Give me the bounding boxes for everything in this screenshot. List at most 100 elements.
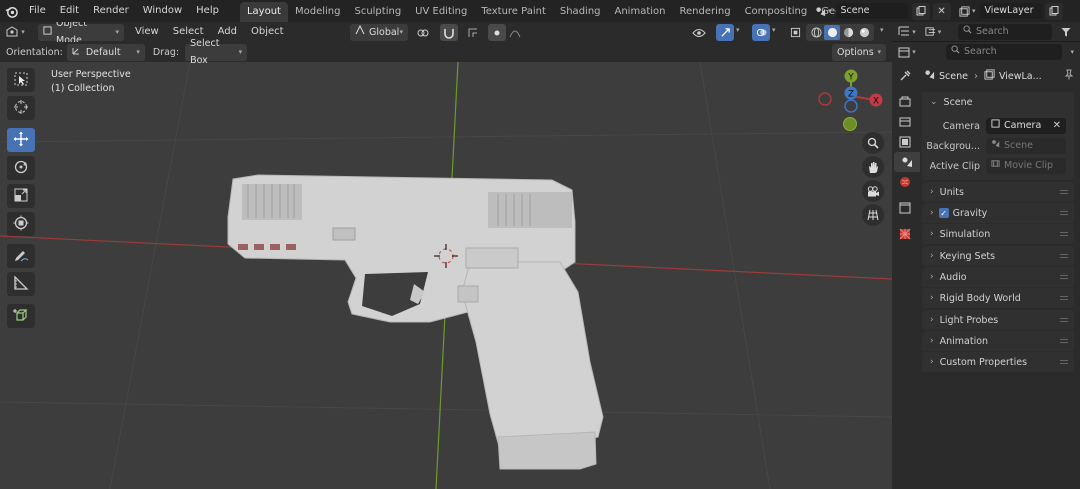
tab-shading[interactable]: Shading <box>553 2 608 22</box>
rendered-shading-icon[interactable] <box>856 27 872 38</box>
outliner-editor-type-icon[interactable]: ▾ <box>892 26 922 37</box>
options-dropdown[interactable]: Options ▾ <box>832 44 886 61</box>
scene-panel-header[interactable]: ⌄ Scene <box>922 92 1074 112</box>
output-properties-icon[interactable] <box>894 112 916 132</box>
chevron-down-icon[interactable]: ▾ <box>772 26 776 34</box>
menu-view[interactable]: View <box>128 22 166 43</box>
world-properties-icon[interactable] <box>894 172 916 192</box>
scene-name-field[interactable]: Scene <box>835 3 908 19</box>
menu-render[interactable]: Render <box>86 0 136 22</box>
view-layer-field[interactable]: ViewLayer <box>979 3 1042 19</box>
tab-animation[interactable]: Animation <box>608 2 673 22</box>
pan-hand-icon[interactable] <box>862 156 884 178</box>
panel-simulation[interactable]: › Simulation <box>922 224 1074 244</box>
proportional-editing-icon[interactable] <box>488 24 506 41</box>
gravity-checkbox[interactable]: ✓ <box>938 208 949 218</box>
gizmo-toggle-icon[interactable] <box>716 24 734 41</box>
3d-viewport[interactable]: ▾ Object Mode ▾ View Select Add Object G… <box>0 22 892 489</box>
drag-handle-icon[interactable] <box>1060 296 1068 300</box>
select-box-tool[interactable] <box>7 68 35 92</box>
outliner-search-input[interactable]: Search <box>958 23 1052 40</box>
panel-custom-properties[interactable]: › Custom Properties <box>922 352 1074 372</box>
panel-units[interactable]: › Units <box>922 182 1074 202</box>
drag-handle-icon[interactable] <box>1060 254 1068 258</box>
camera-field[interactable]: Camera ✕ <box>986 118 1066 134</box>
camera-view-icon[interactable] <box>862 180 884 202</box>
chevron-down-icon[interactable]: ▾ <box>1070 48 1074 56</box>
transform-tool[interactable] <box>7 212 35 236</box>
tab-layout[interactable]: Layout <box>239 2 288 22</box>
snap-icon[interactable] <box>440 24 458 41</box>
orthographic-grid-icon[interactable] <box>862 204 884 226</box>
overlays-toggle-icon[interactable] <box>752 24 770 41</box>
rotate-tool[interactable] <box>7 156 35 180</box>
delete-scene-icon[interactable]: ✕ <box>932 2 951 20</box>
new-view-layer-icon[interactable] <box>1044 2 1063 20</box>
move-tool[interactable] <box>7 128 35 152</box>
view-layer-selector[interactable]: ▾ ViewLayer <box>956 2 1063 20</box>
tab-uv-editing[interactable]: UV Editing <box>408 2 474 22</box>
panel-animation[interactable]: › Animation <box>922 331 1074 351</box>
properties-editor-type-icon[interactable]: ▾ <box>892 47 922 58</box>
tab-texture-paint[interactable]: Texture Paint <box>474 2 553 22</box>
panel-keying-sets[interactable]: › Keying Sets <box>922 246 1074 266</box>
panel-light-probes[interactable]: › Light Probes <box>922 310 1074 330</box>
tab-modeling[interactable]: Modeling <box>288 2 348 22</box>
zoom-icon[interactable] <box>862 132 884 154</box>
menu-object[interactable]: Object <box>244 22 291 43</box>
drag-handle-icon[interactable] <box>1060 339 1068 343</box>
visibility-eye-icon[interactable] <box>690 24 708 41</box>
scene-properties-icon[interactable] <box>894 152 920 172</box>
new-scene-icon[interactable] <box>911 2 930 20</box>
funnel-icon[interactable] <box>1058 27 1074 37</box>
xray-toggle-icon[interactable] <box>786 24 804 41</box>
drag-handle-icon[interactable] <box>1060 318 1068 322</box>
menu-file[interactable]: File <box>22 0 53 22</box>
render-properties-icon[interactable] <box>894 92 916 112</box>
clear-icon[interactable]: ✕ <box>1053 118 1061 134</box>
orientation-dropdown[interactable]: Default ▾ <box>66 43 145 61</box>
drag-handle-icon[interactable] <box>1060 360 1068 364</box>
panel-gravity[interactable]: › ✓ Gravity <box>922 203 1074 223</box>
blender-logo-icon[interactable] <box>0 0 22 22</box>
scale-tool[interactable] <box>7 184 35 208</box>
pin-icon[interactable] <box>1064 69 1074 83</box>
scene-selector[interactable]: ▾ Scene ✕ <box>812 2 951 20</box>
drag-dropdown[interactable]: Select Box ▾ <box>185 38 248 66</box>
pivot-point-icon[interactable] <box>414 24 432 41</box>
tab-sculpting[interactable]: Sculpting <box>347 2 408 22</box>
drag-handle-icon[interactable] <box>1060 190 1068 194</box>
snap-target-icon[interactable] <box>464 24 482 41</box>
background-field[interactable]: Scene <box>986 138 1066 154</box>
panel-rigid-body-world[interactable]: › Rigid Body World <box>922 288 1074 308</box>
texture-properties-icon[interactable] <box>894 224 916 244</box>
active-clip-field[interactable]: Movie Clip <box>986 158 1066 174</box>
tab-rendering[interactable]: Rendering <box>672 2 737 22</box>
tab-compositing[interactable]: Compositing <box>738 2 815 22</box>
drag-handle-icon[interactable] <box>1060 211 1068 215</box>
panel-audio[interactable]: › Audio <box>922 267 1074 287</box>
proportional-falloff-icon[interactable] <box>506 24 524 41</box>
menu-window[interactable]: Window <box>136 0 189 22</box>
navigation-gizmo[interactable]: Y Z X <box>812 66 884 138</box>
collection-properties-icon[interactable] <box>894 198 916 218</box>
wireframe-shading-icon[interactable] <box>808 27 824 38</box>
chevron-down-icon[interactable]: ▾ <box>880 26 884 34</box>
filter-icon[interactable]: ▾ <box>922 26 944 37</box>
mode-dropdown[interactable]: Object Mode ▾ <box>38 22 124 46</box>
drag-handle-icon[interactable] <box>1060 232 1068 236</box>
material-shading-icon[interactable] <box>840 27 856 38</box>
transform-orientation-dropdown[interactable]: Global ▾ <box>350 24 408 41</box>
annotate-tool[interactable] <box>7 244 35 268</box>
measure-tool[interactable] <box>7 272 35 296</box>
chevron-down-icon[interactable]: ▾ <box>736 26 740 34</box>
cursor-tool[interactable] <box>7 96 35 120</box>
editor-type-icon[interactable]: ▾ <box>0 26 30 38</box>
solid-shading-icon[interactable] <box>824 25 840 40</box>
menu-help[interactable]: Help <box>189 0 226 22</box>
view-layer-properties-icon[interactable] <box>894 132 916 152</box>
menu-edit[interactable]: Edit <box>53 0 86 22</box>
properties-search-input[interactable]: Search <box>946 44 1062 60</box>
tool-properties-icon[interactable] <box>894 66 916 86</box>
drag-handle-icon[interactable] <box>1060 275 1068 279</box>
